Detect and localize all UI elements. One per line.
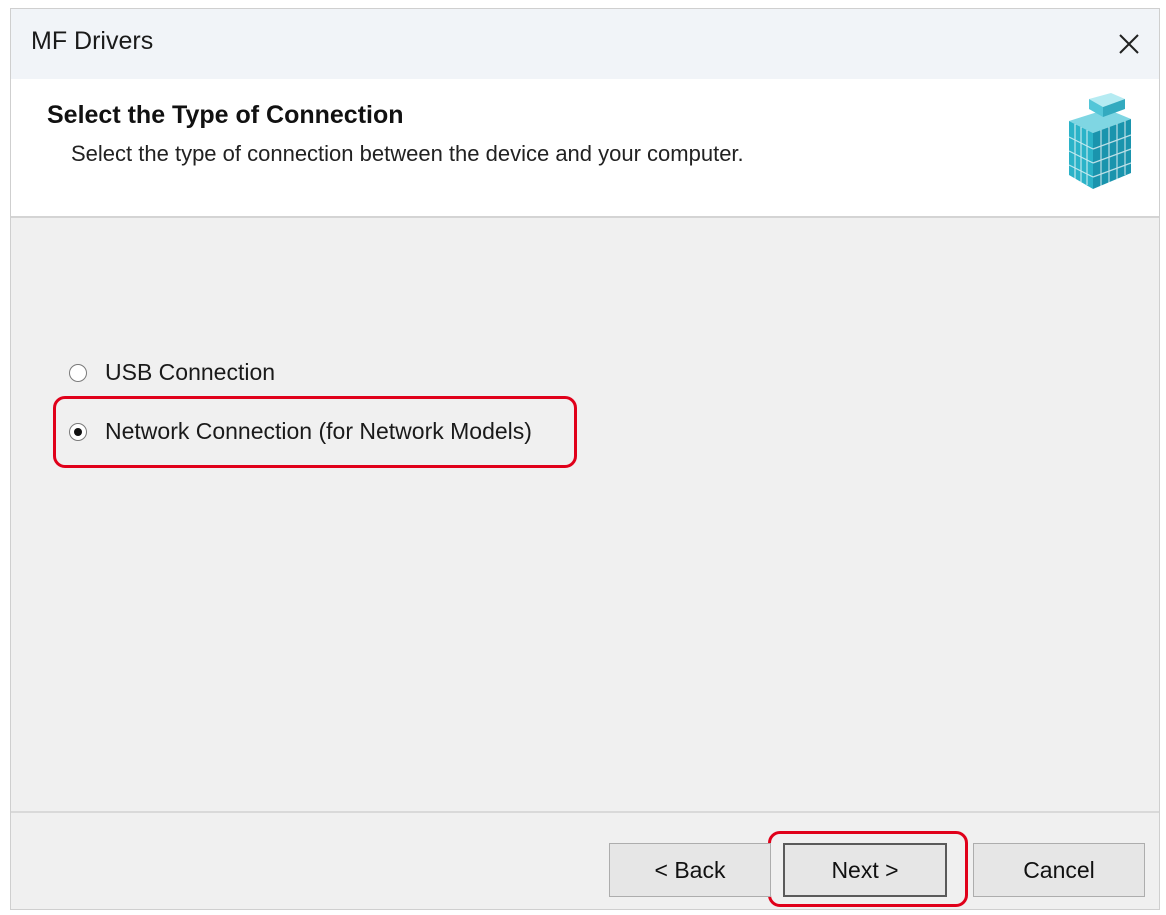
radio-selected-dot [74,427,82,436]
network-radio-button[interactable] [69,422,87,441]
footer-divider [11,811,1159,813]
wizard-content: USB Connection Network Connection (for N… [11,218,1159,811]
cancel-button[interactable]: Cancel [973,843,1145,897]
page-title: Select the Type of Connection [47,101,404,129]
network-connection-label: Network Connection (for Network Models) [105,418,532,444]
back-button[interactable]: < Back [609,843,771,897]
usb-connection-label: USB Connection [105,359,276,385]
title-bar: MF Drivers [11,9,1159,79]
page-subtitle: Select the type of connection between th… [71,141,744,166]
installer-window: MF Drivers Select the Type of Connection… [10,8,1160,910]
window-title: MF Drivers [31,27,154,55]
usb-radio-button[interactable] [69,363,87,382]
close-button[interactable] [1099,9,1159,79]
printer-cube-icon [1068,93,1132,189]
usb-connection-option[interactable]: USB Connection [69,359,275,386]
network-connection-option[interactable]: Network Connection (for Network Models) [69,418,532,445]
next-button[interactable]: Next > [783,843,947,897]
wizard-header: Select the Type of Connection Select the… [11,79,1159,218]
close-icon [1119,34,1139,54]
